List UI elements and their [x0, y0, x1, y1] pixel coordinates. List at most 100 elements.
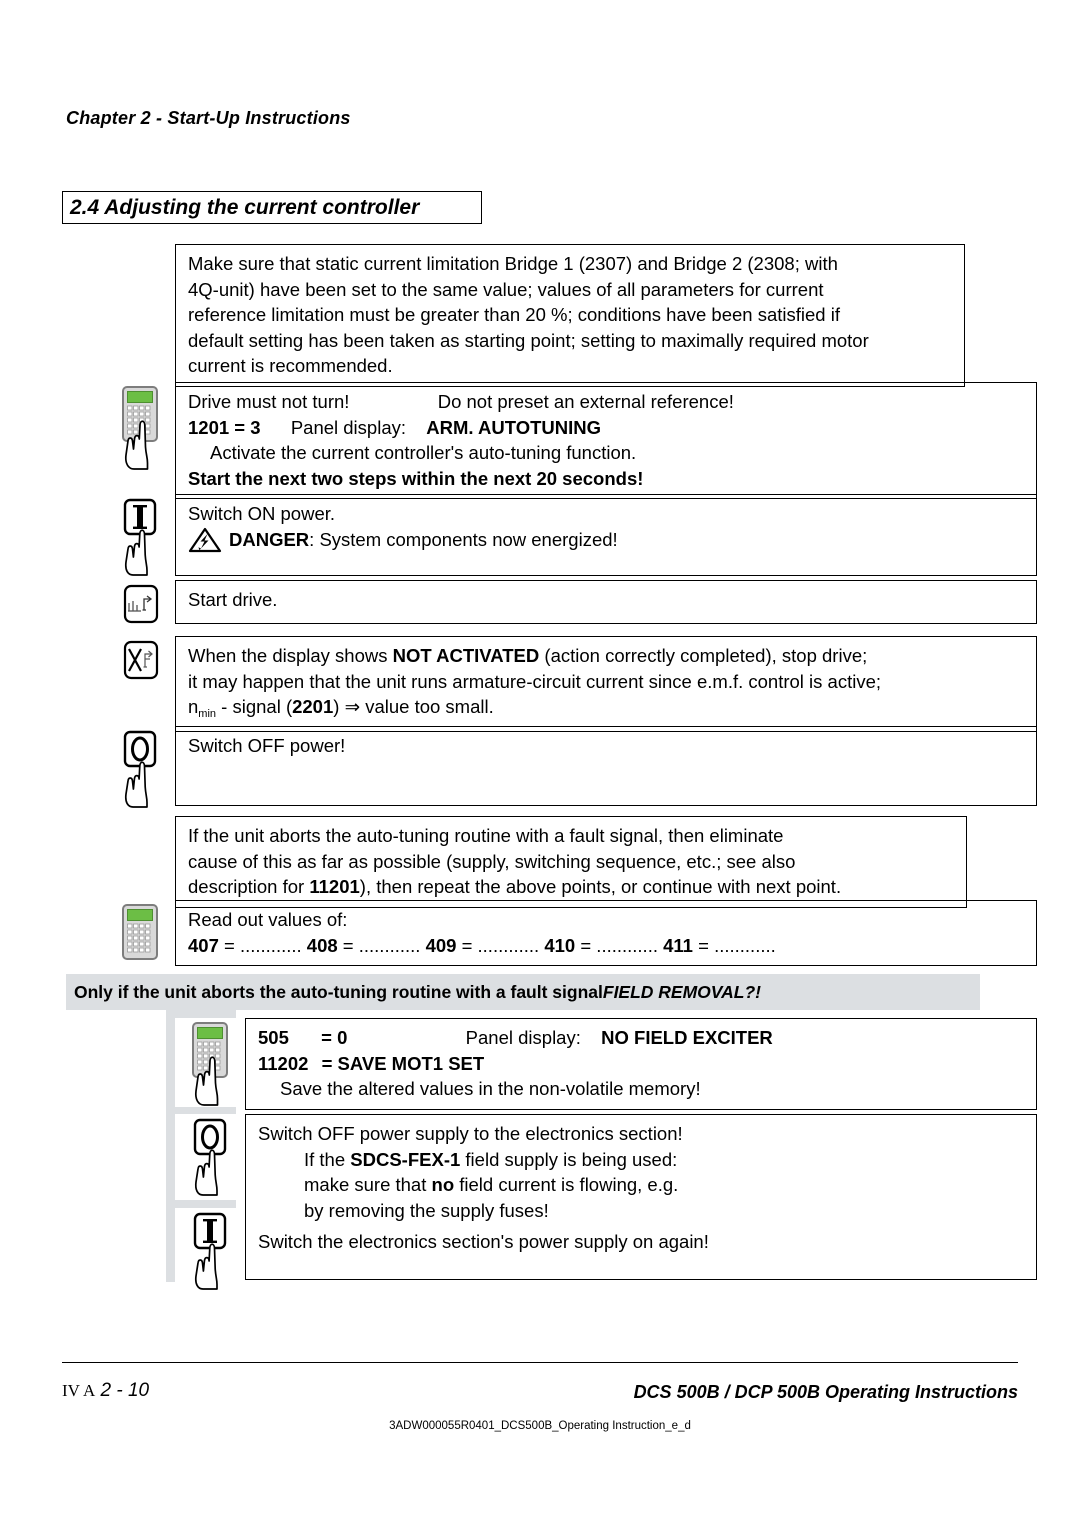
keypad-panel-icon-cell-2 [175, 1018, 245, 1107]
fault-note-line-1: If the unit aborts the auto-tuning routi… [188, 825, 784, 846]
fex-line: If the SDCS-FEX-1 field supply is being … [258, 1147, 1026, 1173]
readout-id-409: 409 [425, 934, 457, 956]
step-intro: Make sure that static current limitation… [175, 244, 965, 387]
keypad-panel-icon [192, 1022, 228, 1106]
readout-blank-410: = ............ [580, 934, 658, 956]
keypad-readout-icon [122, 904, 158, 960]
start-drive-text-box: Start drive. [175, 580, 1037, 624]
stop-drive-icon [123, 640, 159, 680]
section-title-box: 2.4 Adjusting the current controller [62, 191, 482, 224]
step-switch-on: Switch ON power. DANGER : System compone… [105, 494, 1037, 577]
panel-display-value: ARM. AUTOTUNING [426, 416, 601, 438]
na-display-value: NOT ACTIVATED [392, 645, 540, 666]
fault-note-text-box: If the unit aborts the auto-tuning routi… [175, 816, 967, 908]
fault-note-prefix: description for [188, 876, 310, 897]
footer-divider [62, 1362, 1018, 1363]
readout-id-408: 408 [306, 934, 338, 956]
no-field-current-line: make sure that no field current is flowi… [258, 1172, 1026, 1198]
drive-no-turn-text: Drive must not turn! [188, 391, 350, 412]
page-title: 2.4 Adjusting the current controller [70, 195, 420, 219]
danger-line: DANGER : System components now energized… [188, 527, 1026, 553]
nmin-suffix: ) ⇒ value too small. [333, 696, 494, 717]
panel-display-label-2: Panel display: [465, 1027, 581, 1048]
start-drive-icon-cell [105, 580, 175, 627]
step-autotuning: Drive must not turn! Do not preset an ex… [105, 382, 1037, 499]
electronics-off-line: Switch OFF power supply to the electroni… [258, 1123, 683, 1144]
footer-doc-code: 3ADW000055R0401_DCS500B_Operating Instru… [389, 1420, 691, 1432]
readout-id-407: 407 [188, 934, 219, 956]
footer-volume: IV A [62, 1381, 96, 1400]
conditional-banner-fault: FIELD REMOVAL?! [602, 981, 762, 1002]
step-not-activated: When the display shows NOT ACTIVATED (ac… [105, 636, 1037, 732]
chapter-header: Chapter 2 - Start-Up Instructions [66, 108, 351, 128]
nmin-mid: - signal ( [216, 696, 293, 717]
step-start-drive: Start drive. [105, 580, 1037, 627]
switch-on-text-box: Switch ON power. DANGER : System compone… [175, 494, 1037, 576]
cond-param-11202-line: 11202 = SAVE MOT1 SET [258, 1051, 1026, 1077]
na-suffix: (action correctly completed), stop drive… [539, 645, 868, 666]
intro-text-box: Make sure that static current limitation… [175, 244, 965, 387]
fex-suffix: field supply is being used: [460, 1148, 678, 1170]
page-number: 2 - 10 [100, 1380, 150, 1401]
keypad-panel-icon-cell [105, 382, 175, 471]
autotuning-timing-warning: Start the next two steps within the next… [188, 467, 644, 489]
power-off-icon [193, 1118, 227, 1196]
readout-blank-411: = ............ [698, 934, 776, 956]
readout-values-line: 407 = ............ 408 = ............ 40… [188, 933, 1026, 959]
switch-off-line: Switch OFF power! [188, 735, 346, 756]
nfc-suffix: field current is flowing, e.g. [454, 1174, 679, 1195]
step-fault-note: If the unit aborts the auto-tuning routi… [175, 816, 967, 908]
intro-line-4: default setting has been taken as starti… [188, 329, 869, 351]
no-field-exciter-text-box: 505 = 0 Panel display: NO FIELD EXCITER … [245, 1018, 1037, 1110]
not-activated-line-2: it may happen that the unit runs armatur… [188, 670, 882, 692]
start-drive-line: Start drive. [188, 589, 278, 610]
stop-drive-icon-cell [105, 636, 175, 687]
readout-blank-408: = ............ [342, 934, 421, 956]
danger-lightning-icon [188, 527, 222, 552]
keypad-panel-icon [122, 386, 158, 470]
power-off-icon-cell [105, 726, 175, 809]
param-2201: 2201 [292, 696, 334, 717]
fault-note-line-2: cause of this as far as possible (supply… [188, 850, 796, 872]
conditional-banner-text: Only if the unit aborts the auto-tuning … [74, 981, 603, 1002]
power-on-icon-cell [105, 494, 175, 577]
na-prefix: When the display shows [188, 645, 393, 666]
power-on-icon-cell-2 [175, 1208, 245, 1292]
step-readout: Read out values of: 407 = ............ 4… [105, 900, 1037, 966]
step-switch-off: Switch OFF power! [105, 726, 1037, 809]
param-11202: 11202 [258, 1052, 309, 1074]
cond-step-electronics-off-on: Switch OFF power supply to the electroni… [175, 1114, 1037, 1292]
param-505-value: = 0 [321, 1027, 348, 1048]
electronics-text-box: Switch OFF power supply to the electroni… [245, 1114, 1037, 1280]
danger-rest: : System components now energized! [309, 528, 618, 550]
panel-display-value-2: NO FIELD EXCITER [601, 1027, 773, 1048]
remove-fuses-line: by removing the supply fuses! [304, 1199, 549, 1221]
panel-display-label: Panel display: [290, 416, 406, 438]
document-page: Chapter 2 - Start-Up Instructions 2.4 Ad… [0, 0, 1080, 1528]
param-11201: 11201 [309, 876, 360, 897]
power-on-icon [123, 498, 157, 576]
nfc-no: no [431, 1174, 455, 1195]
readout-blank-407: = ............ [224, 934, 302, 956]
fault-note-suffix: ), then repeat the above points, or cont… [359, 876, 842, 897]
readout-id-410: 410 [544, 934, 576, 956]
not-activated-text-box: When the display shows NOT ACTIVATED (ac… [175, 636, 1037, 732]
cond-param-505-line: 505 = 0 Panel display: NO FIELD EXCITER [258, 1025, 1026, 1051]
param-505: 505 [258, 1027, 289, 1048]
power-off-icon [123, 730, 157, 808]
fex-prefix: If the [304, 1148, 351, 1170]
nmin-subscript: min [198, 708, 217, 720]
cond-save-note: Save the altered values in the non-volat… [280, 1078, 701, 1099]
readout-id-411: 411 [663, 934, 693, 956]
nmin-symbol: n [188, 696, 199, 717]
cond-step-no-field-exciter: 505 = 0 Panel display: NO FIELD EXCITER … [175, 1018, 1037, 1110]
fault-note-line-3: description for 11201), then repeat the … [188, 874, 956, 900]
electronics-icon-stack [175, 1114, 245, 1292]
footer-right: DCS 500B / DCP 500B Operating Instructio… [633, 1382, 1018, 1402]
autotuning-text-box: Drive must not turn! Do not preset an ex… [175, 382, 1037, 499]
electronics-on-line: Switch the electronics section's power s… [258, 1231, 709, 1252]
intro-line-3: reference limitation must be greater tha… [188, 304, 840, 325]
switch-off-text-box: Switch OFF power! [175, 726, 1037, 806]
param-11202-value: = SAVE MOT1 SET [321, 1052, 485, 1074]
start-drive-icon [123, 584, 159, 624]
